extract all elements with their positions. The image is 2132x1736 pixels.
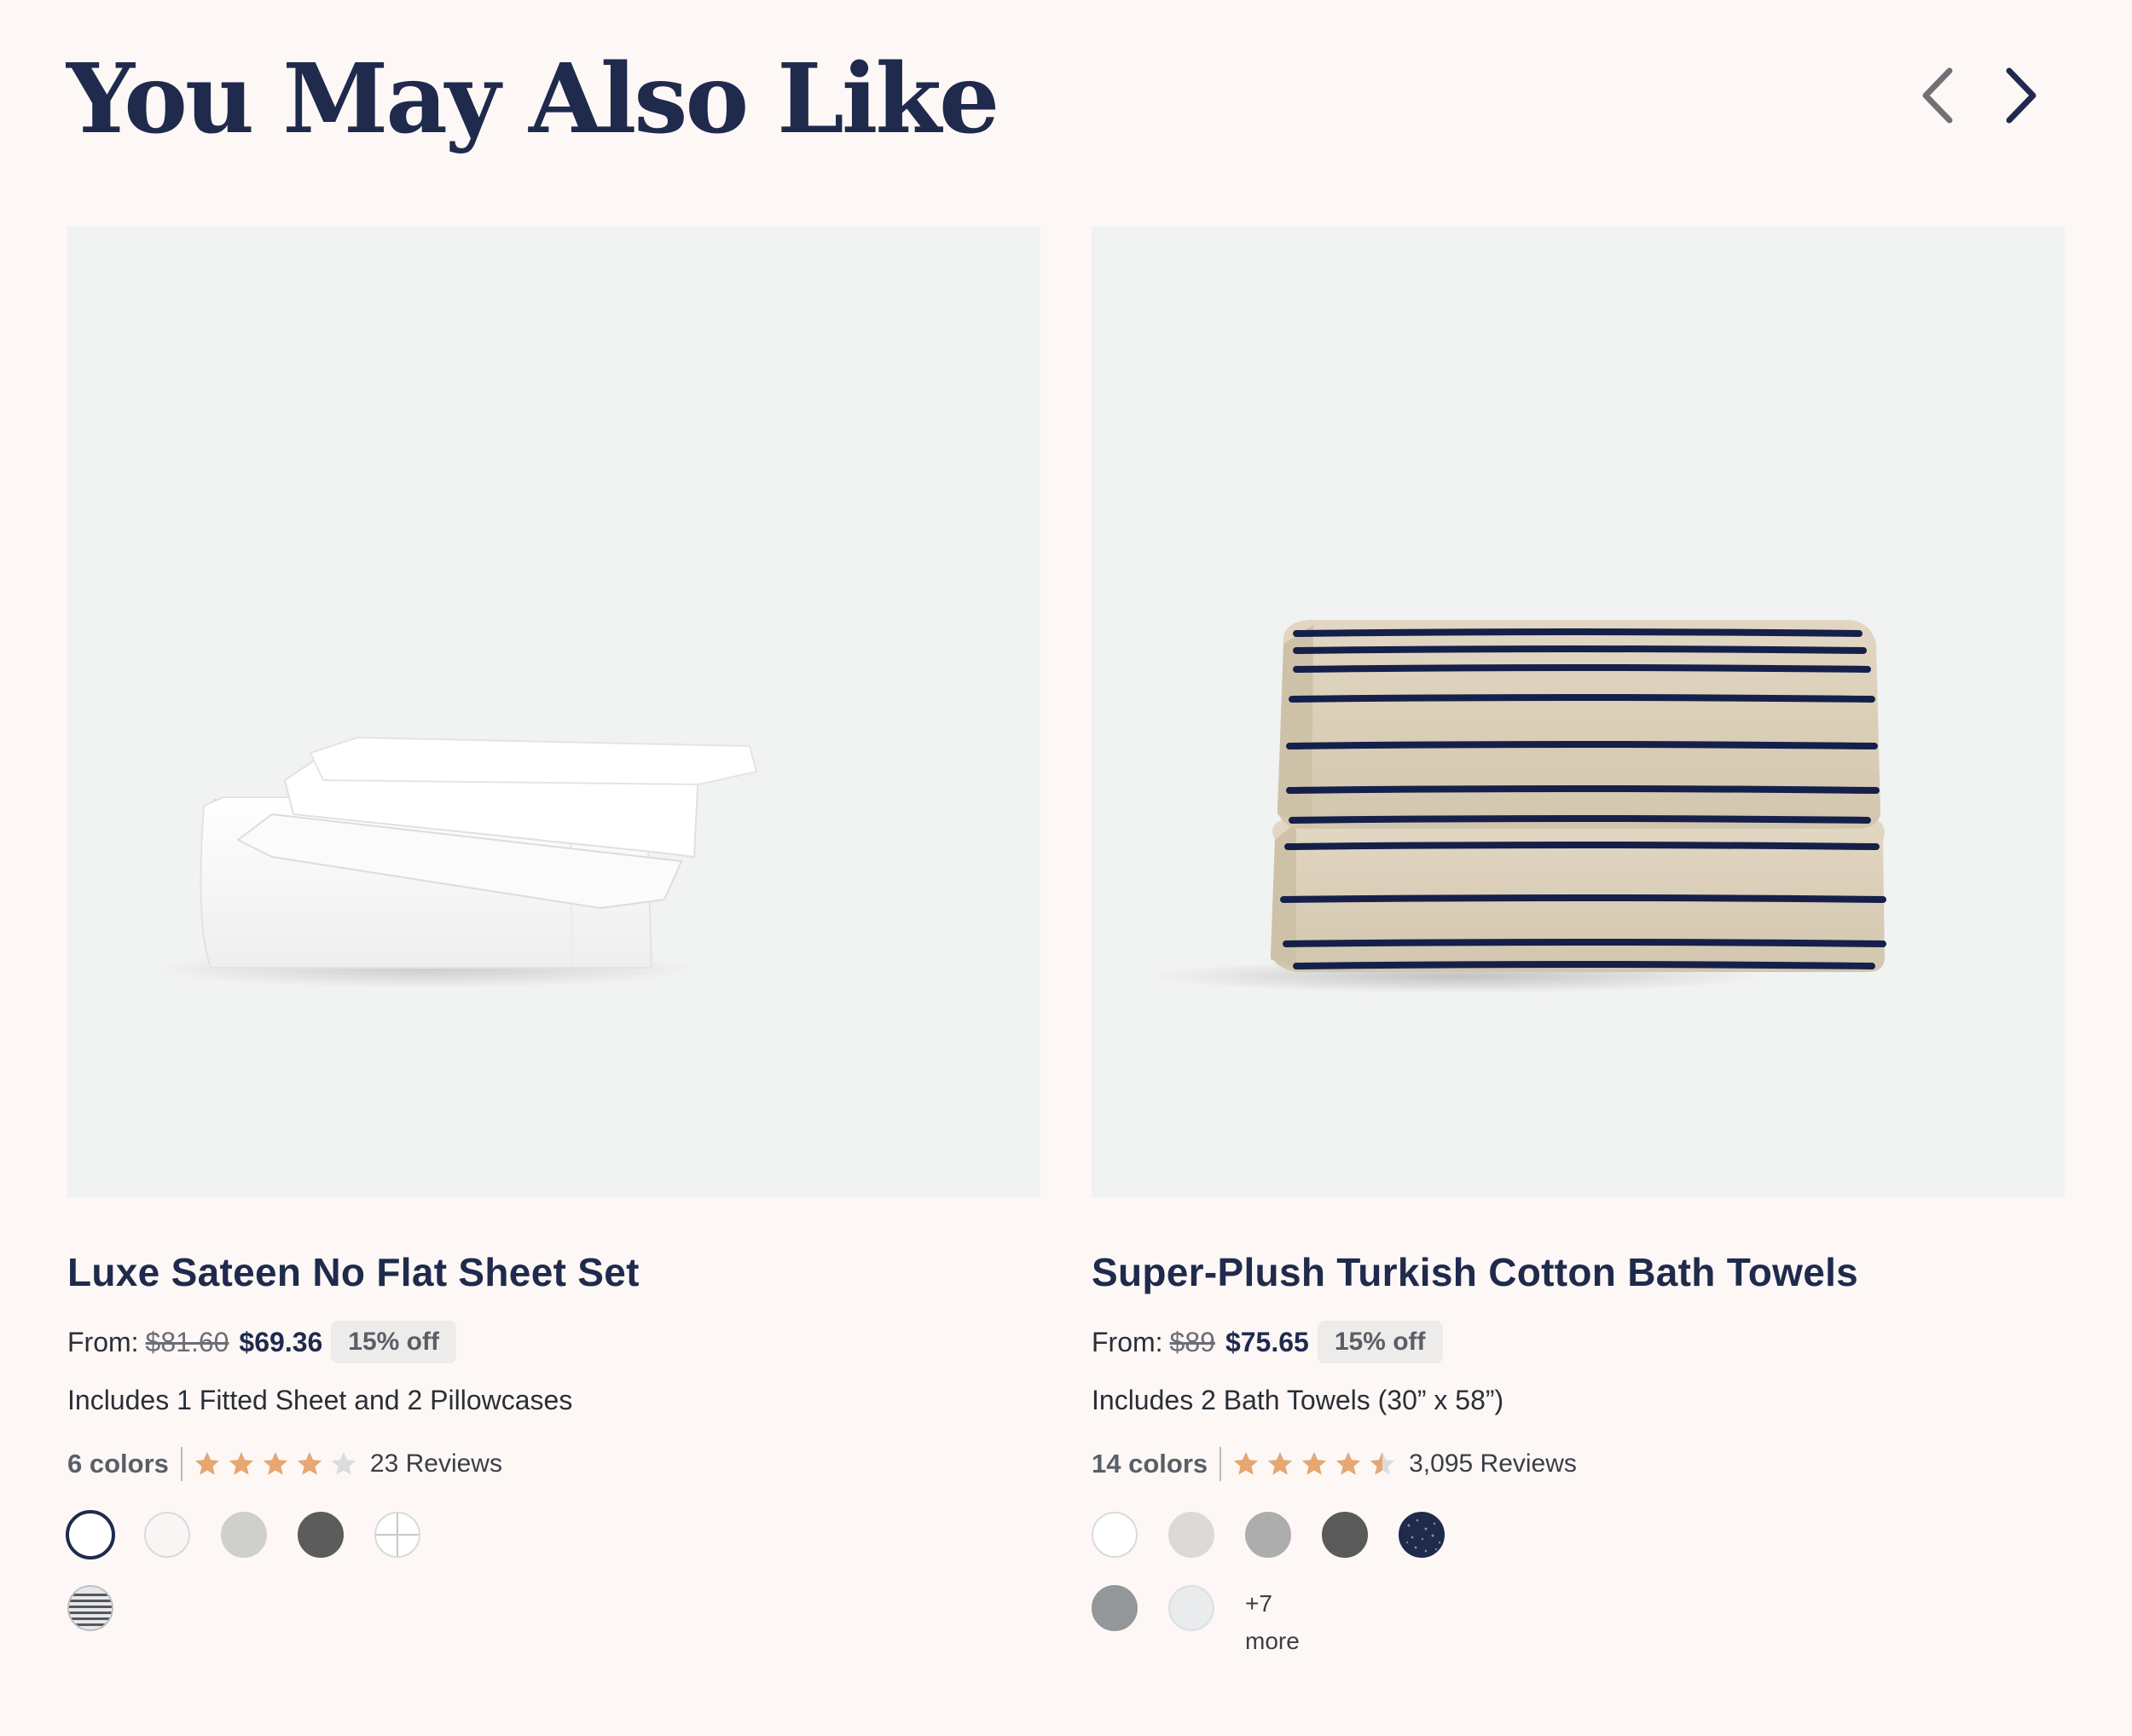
star-icon bbox=[1335, 1452, 1361, 1475]
product-image-sheet-set[interactable] bbox=[67, 226, 1040, 1198]
sheet-set-image bbox=[153, 736, 758, 988]
color-swatch-navy-stripe[interactable] bbox=[67, 1585, 113, 1632]
star-half-icon bbox=[1370, 1452, 1395, 1475]
product-card-bath-towels[interactable]: Super-Plush Turkish Cotton Bath Towels F… bbox=[1092, 226, 2065, 1660]
star-icon bbox=[263, 1452, 288, 1475]
original-price: $89 bbox=[1169, 1326, 1215, 1357]
sale-price: $69.36 bbox=[239, 1326, 323, 1357]
product-meta: 6 colors 23 Reviews bbox=[67, 1447, 1040, 1482]
color-swatch-light-grey[interactable] bbox=[221, 1512, 267, 1559]
price-row: From: $89 $75.65 15% off bbox=[1092, 1318, 2065, 1366]
grid-pattern-icon bbox=[376, 1513, 419, 1557]
star-icon bbox=[194, 1452, 220, 1475]
product-card-sheet-set[interactable]: Luxe Sateen No Flat Sheet Set From: $81.… bbox=[66, 226, 1040, 1632]
sale-price: $75.65 bbox=[1225, 1326, 1309, 1357]
section-title: You May Also Like bbox=[67, 43, 999, 155]
colors-count: 14 colors bbox=[1092, 1449, 1208, 1479]
color-swatch-graphite[interactable] bbox=[298, 1512, 344, 1559]
star-icon bbox=[1301, 1452, 1327, 1475]
speckle-pattern-icon bbox=[1405, 1519, 1441, 1553]
product-title[interactable]: Super-Plush Turkish Cotton Bath Towels bbox=[1092, 1249, 2065, 1296]
star-icon bbox=[1233, 1452, 1259, 1475]
colors-count: 6 colors bbox=[67, 1449, 169, 1479]
color-swatch-stone[interactable] bbox=[1168, 1512, 1214, 1559]
product-includes: Includes 2 Bath Towels (30” x 58”) bbox=[1092, 1385, 1504, 1416]
color-swatch-white-grid[interactable] bbox=[374, 1512, 420, 1559]
divider bbox=[180, 1447, 182, 1482]
color-swatch-slate[interactable] bbox=[1092, 1585, 1138, 1632]
color-swatches: +7 more bbox=[1092, 1512, 1484, 1660]
more-colors-label: more bbox=[1245, 1628, 1300, 1655]
product-title[interactable]: Luxe Sateen No Flat Sheet Set bbox=[67, 1249, 1040, 1296]
more-colors-count: +7 bbox=[1245, 1590, 1272, 1617]
original-price: $81.60 bbox=[145, 1326, 229, 1357]
product-includes: Includes 1 Fitted Sheet and 2 Pillowcase… bbox=[67, 1385, 573, 1416]
discount-badge: 15% off bbox=[1317, 1321, 1443, 1364]
star-icon bbox=[229, 1452, 254, 1475]
discount-badge: 15% off bbox=[331, 1321, 456, 1364]
chevron-left-icon bbox=[1922, 67, 1953, 124]
stripe-pattern-icon bbox=[69, 1594, 112, 1627]
chevron-right-icon bbox=[2006, 67, 2036, 124]
more-colors-link[interactable]: +7 more bbox=[1245, 1585, 1300, 1660]
color-swatch-grey[interactable] bbox=[1245, 1512, 1291, 1559]
color-swatch-cream[interactable] bbox=[144, 1512, 190, 1559]
bath-towels-image bbox=[1151, 620, 1886, 993]
color-swatch-graphite[interactable] bbox=[1322, 1512, 1368, 1559]
star-icon bbox=[1267, 1452, 1293, 1475]
color-swatch-mist[interactable] bbox=[1168, 1585, 1214, 1632]
color-swatch-white[interactable] bbox=[66, 1510, 115, 1560]
star-icon bbox=[297, 1452, 322, 1475]
price-from-label: From: bbox=[67, 1326, 139, 1357]
reviews-count[interactable]: 23 Reviews bbox=[370, 1450, 502, 1478]
color-swatch-navy-speckle[interactable] bbox=[1399, 1512, 1445, 1559]
product-image-bath-towels[interactable] bbox=[1092, 226, 2065, 1198]
color-swatches bbox=[66, 1510, 460, 1632]
star-rating[interactable] bbox=[1231, 1450, 1397, 1478]
carousel-prev-button[interactable] bbox=[1903, 61, 1972, 130]
product-meta: 14 colors 3,095 Reviews bbox=[1092, 1447, 2065, 1482]
reviews-count[interactable]: 3,095 Reviews bbox=[1409, 1450, 1577, 1478]
price-row: From: $81.60 $69.36 15% off bbox=[67, 1318, 1040, 1366]
divider bbox=[1220, 1447, 1222, 1482]
price-from-label: From: bbox=[1092, 1326, 1163, 1357]
star-empty-icon bbox=[331, 1452, 356, 1475]
star-rating[interactable] bbox=[193, 1450, 358, 1478]
carousel-next-button[interactable] bbox=[1987, 61, 2055, 130]
color-swatch-white[interactable] bbox=[1092, 1512, 1138, 1559]
